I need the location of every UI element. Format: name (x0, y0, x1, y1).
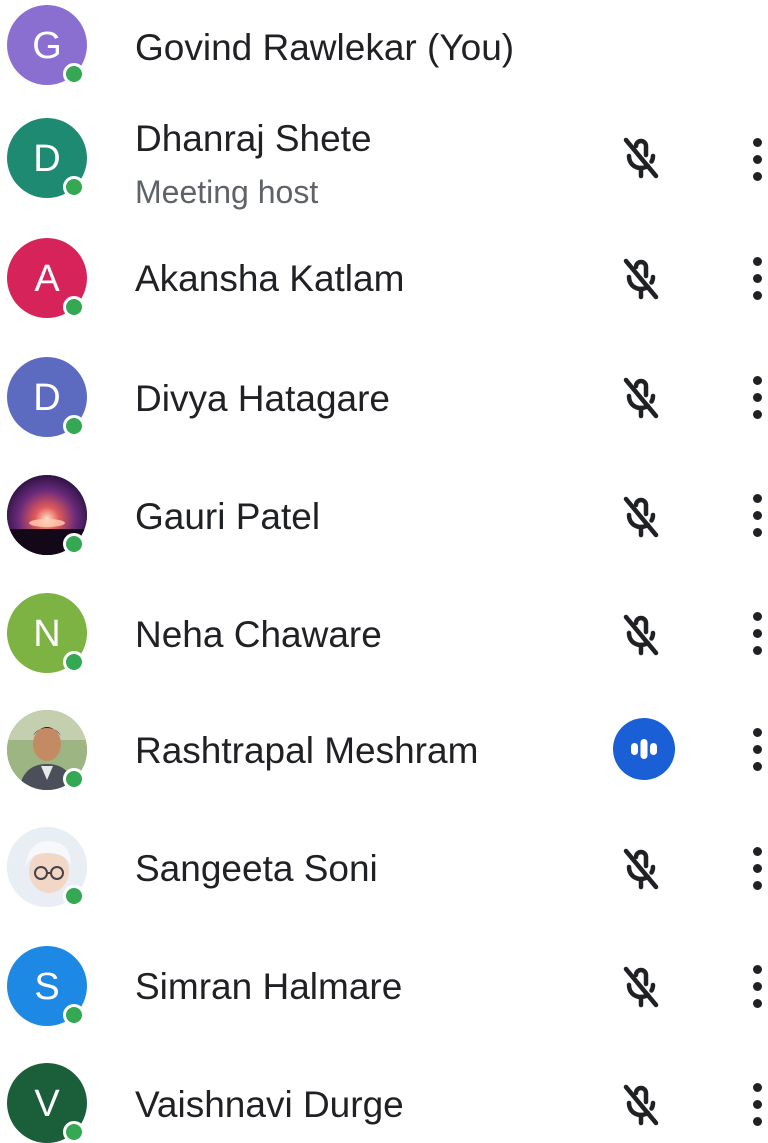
more-options-button[interactable] (748, 610, 768, 660)
more-options-button[interactable] (748, 845, 768, 895)
more-options-button[interactable] (748, 492, 768, 542)
participant-name: Akansha Katlam (135, 258, 405, 299)
more-vert-dot (753, 965, 762, 974)
more-vert-dot (753, 629, 762, 638)
more-vert-dot (753, 257, 762, 266)
mic-off-icon (612, 130, 668, 186)
more-vert-dot (753, 762, 762, 771)
speaking-indicator-icon (613, 718, 675, 780)
avatar-initial: N (33, 612, 61, 655)
mic-off-icon (612, 841, 668, 897)
mic-off-icon (612, 1077, 668, 1133)
participant-name: Divya Hatagare (135, 378, 391, 419)
more-options-button[interactable] (748, 963, 768, 1013)
mic-off-icon (612, 370, 668, 426)
more-options-button[interactable] (748, 136, 768, 186)
mic-off-icon (612, 959, 668, 1015)
presence-indicator (63, 1121, 85, 1143)
participant-name: Govind Rawlekar (You) (135, 27, 515, 68)
more-options-button[interactable] (748, 1081, 768, 1131)
more-vert-dot (753, 1100, 762, 1109)
presence-indicator (63, 651, 85, 673)
presence-indicator (63, 176, 85, 198)
participant-name: Gauri Patel (135, 496, 321, 537)
avatar-initial: D (33, 137, 61, 180)
more-options-button[interactable] (748, 255, 768, 305)
avatar-initial: V (34, 1082, 60, 1125)
more-vert-dot (753, 1117, 762, 1126)
avatar-initial: D (33, 376, 61, 419)
presence-indicator (63, 415, 85, 437)
avatar-initial: S (34, 965, 60, 1008)
more-vert-dot (753, 982, 762, 991)
more-vert-dot (753, 999, 762, 1008)
more-vert-dot (753, 864, 762, 873)
more-vert-dot (753, 511, 762, 520)
avatar-initial: A (34, 257, 60, 300)
presence-indicator (63, 296, 85, 318)
participant-name: Rashtrapal Meshram (135, 730, 479, 771)
more-vert-dot (753, 172, 762, 181)
more-vert-dot (753, 376, 762, 385)
more-vert-dot (753, 155, 762, 164)
more-vert-dot (753, 274, 762, 283)
participant-name: Simran Halmare (135, 966, 403, 1007)
more-vert-dot (753, 528, 762, 537)
more-vert-dot (753, 745, 762, 754)
more-vert-dot (753, 291, 762, 300)
participant-name: Dhanraj Shete (135, 118, 372, 159)
more-vert-dot (753, 847, 762, 856)
mic-off-icon (612, 251, 668, 307)
presence-indicator (63, 63, 85, 85)
presence-indicator (63, 1004, 85, 1026)
more-vert-dot (753, 612, 762, 621)
more-vert-dot (753, 646, 762, 655)
mic-off-icon (612, 489, 668, 545)
participant-name: Neha Chaware (135, 614, 382, 655)
more-vert-dot (753, 410, 762, 419)
more-vert-dot (753, 1083, 762, 1092)
more-vert-dot (753, 728, 762, 737)
participant-name: Sangeeta Soni (135, 848, 378, 889)
participant-role: Meeting host (135, 174, 319, 210)
avatar-initial: G (32, 24, 62, 67)
participant-name: Vaishnavi Durge (135, 1084, 404, 1125)
more-options-button[interactable] (748, 726, 768, 776)
mic-off-icon (612, 607, 668, 663)
more-vert-dot (753, 138, 762, 147)
presence-indicator (63, 768, 85, 790)
presence-indicator (63, 885, 85, 907)
presence-indicator (63, 533, 85, 555)
more-options-button[interactable] (748, 374, 768, 424)
more-vert-dot (753, 494, 762, 503)
more-vert-dot (753, 393, 762, 402)
more-vert-dot (753, 881, 762, 890)
